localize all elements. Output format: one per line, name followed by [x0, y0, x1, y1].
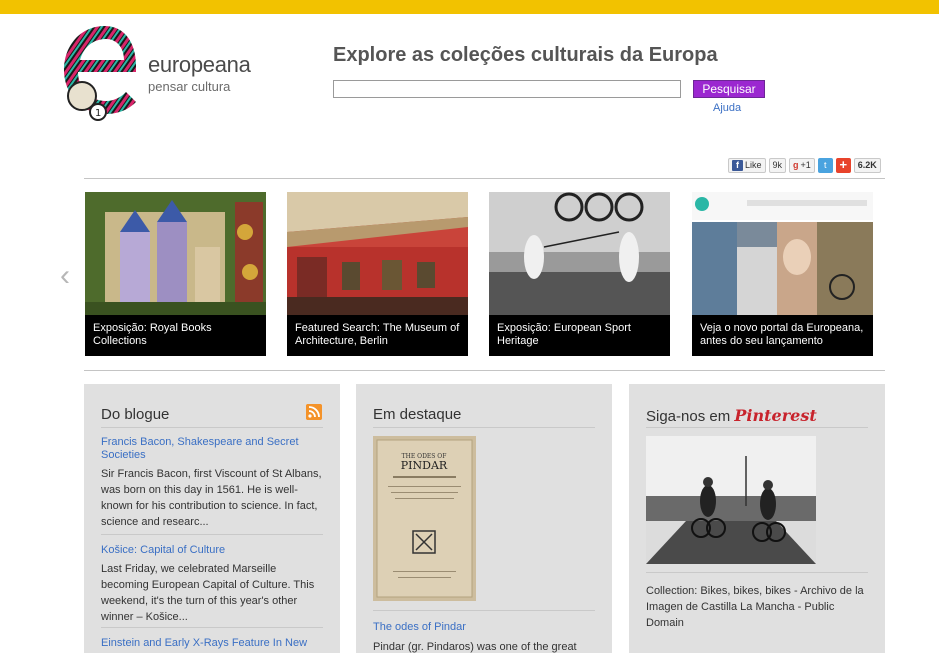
- slide-caption: Veja o novo portal da Europeana, antes d…: [692, 315, 873, 356]
- pinterest-panel: Siga-nos em Pinterest Collection: Bikes,…: [629, 384, 885, 653]
- twitter-icon[interactable]: t: [817, 157, 833, 173]
- featured-heading: Em destaque: [373, 406, 462, 423]
- logo-wordmark: europeana: [148, 52, 251, 77]
- divider: [101, 534, 323, 535]
- google-plus-button[interactable]: g +1: [789, 157, 815, 173]
- carousel-slide[interactable]: Featured Search: The Museum of Architect…: [287, 192, 468, 356]
- book-title-main: PINDAR: [401, 459, 448, 472]
- blog-panel: Do blogue Francis Bacon, Shakespeare and…: [84, 384, 340, 653]
- carousel-slide[interactable]: Veja o novo portal da Europeana, antes d…: [692, 192, 873, 356]
- blog-post-link[interactable]: Košice: Capital of Culture: [101, 544, 323, 557]
- featured-item-description: Pindar (gr. Pindaros) was one of the gre…: [373, 641, 577, 653]
- divider: [373, 427, 595, 428]
- share-count: 6.2K: [853, 157, 881, 173]
- divider: [101, 427, 323, 428]
- carousel-slide[interactable]: Exposição: Royal Books Collections: [85, 192, 266, 356]
- divider: [646, 427, 868, 428]
- chevron-left-icon[interactable]: ‹: [60, 261, 70, 291]
- europeana-logo[interactable]: 1 europeana pensar cultura: [60, 22, 260, 122]
- blog-post-excerpt: Last Friday, we celebrated Marseille bec…: [101, 563, 315, 623]
- rss-icon[interactable]: [306, 404, 322, 420]
- search-heading: Explore as coleções culturais da Europa: [333, 44, 718, 66]
- book-cover-image: THE ODES OF PINDAR: [373, 436, 476, 601]
- slide-caption: Featured Search: The Museum of Architect…: [287, 315, 468, 356]
- divider: [84, 178, 885, 179]
- google-plus-icon: g: [793, 159, 799, 170]
- search-button[interactable]: Pesquisar: [693, 80, 765, 98]
- slide-image-royal-books: [85, 192, 266, 315]
- search-input[interactable]: [333, 80, 681, 98]
- europeana-logo-icon: 1: [64, 26, 136, 121]
- logo-tagline: pensar cultura: [148, 79, 231, 94]
- featured-panel: Em destaque THE ODES OF PINDAR The odes …: [356, 384, 612, 653]
- blog-post-excerpt: Sir Francis Bacon, first Viscount of St …: [101, 468, 322, 528]
- blog-heading: Do blogue: [101, 406, 170, 423]
- blog-post: Einstein and Early X-Rays Feature In New: [101, 637, 323, 650]
- svg-text:1: 1: [95, 108, 101, 119]
- blog-post: Francis Bacon, Shakespeare and Secret So…: [101, 436, 323, 530]
- pinterest-image[interactable]: [646, 436, 816, 564]
- blog-post-link[interactable]: Francis Bacon, Shakespeare and Secret So…: [101, 436, 323, 462]
- bikes-photo: [646, 436, 816, 564]
- featured-item-link[interactable]: The odes of Pindar: [373, 621, 466, 633]
- facebook-like-label: Like: [745, 159, 762, 170]
- divider: [646, 572, 868, 573]
- featured-book-cover[interactable]: THE ODES OF PINDAR: [373, 436, 476, 601]
- slide-caption: Exposição: Royal Books Collections: [85, 315, 266, 356]
- divider: [373, 610, 595, 611]
- facebook-icon: f: [732, 159, 743, 171]
- pinterest-heading-text: Siga-nos em: [646, 408, 731, 425]
- facebook-like-button[interactable]: f Like: [728, 157, 766, 173]
- slide-caption: Exposição: European Sport Heritage: [489, 315, 670, 356]
- addthis-plus-icon[interactable]: +: [835, 157, 851, 173]
- pinterest-heading: Siga-nos em Pinterest: [646, 406, 817, 425]
- slide-image-museum-architecture: [287, 192, 468, 315]
- social-share-bar: f Like 9k g +1 t + 6.2K: [728, 157, 881, 173]
- pinterest-caption: Collection: Bikes, bikes, bikes - Archiv…: [646, 585, 864, 629]
- help-link[interactable]: Ajuda: [713, 102, 741, 114]
- blog-post-link[interactable]: Einstein and Early X-Rays Feature In New: [101, 637, 323, 650]
- top-accent-bar: [0, 0, 939, 14]
- carousel-slide[interactable]: Exposição: European Sport Heritage: [489, 192, 670, 356]
- slide-image-new-portal: [692, 192, 873, 315]
- divider: [84, 370, 885, 371]
- slide-image-sport-heritage: [489, 192, 670, 315]
- divider: [101, 627, 323, 628]
- blog-post: Košice: Capital of Culture Last Friday, …: [101, 544, 323, 625]
- pinterest-logo[interactable]: Pinterest: [734, 406, 816, 425]
- facebook-like-count: 9k: [768, 157, 787, 173]
